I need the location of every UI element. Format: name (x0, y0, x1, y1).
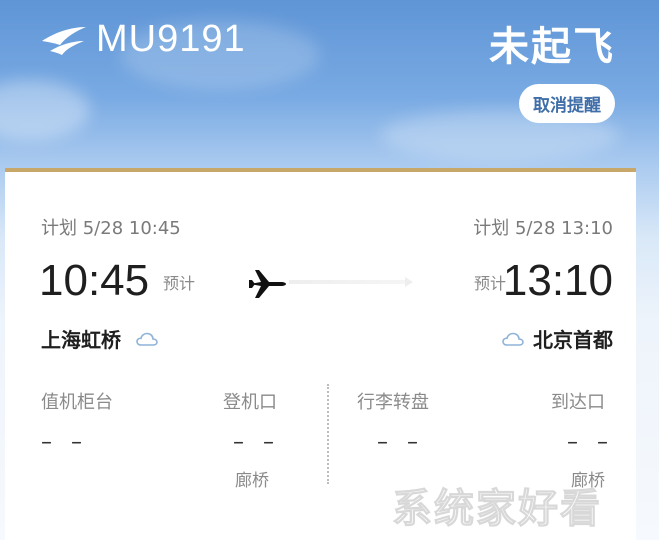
baggage-carousel-label: 行李转盘 (357, 392, 429, 413)
boarding-gate-value: – – (233, 430, 280, 455)
flight-header: MU9191 未起飞 取消提醒 (0, 0, 659, 165)
arrival-exit-value: – – (567, 430, 614, 455)
baggage-carousel-value: – – (377, 430, 424, 455)
boarding-gate-type: 廊桥 (235, 471, 269, 491)
arrival-estimate-label: 预计 (473, 274, 506, 293)
cancel-reminder-button[interactable]: 取消提醒 (519, 84, 615, 123)
departure-estimate-label: 预计 (163, 274, 196, 293)
boarding-gate-label: 登机口 (223, 392, 277, 413)
airline-logo-icon (42, 26, 86, 55)
arrival-airport[interactable]: 北京首都 (501, 324, 613, 353)
arrival-scheduled: 计划 5/28 13:10 (473, 218, 613, 239)
departure-airport[interactable]: 上海虹桥 (41, 324, 159, 353)
departure-scheduled: 计划 5/28 10:45 (41, 218, 181, 239)
section-divider (327, 384, 329, 484)
airplane-icon (249, 270, 286, 298)
arrival-time: 13:10 (502, 256, 613, 305)
checkin-counter-value: – – (41, 430, 88, 455)
arrival-exit-label: 到达口 (551, 392, 605, 413)
flight-status: 未起飞 (489, 24, 615, 70)
arrival-airport-name: 北京首都 (533, 328, 613, 352)
departure-airport-name: 上海虹桥 (41, 328, 121, 352)
checkin-counter-label: 值机柜台 (41, 392, 113, 413)
flight-title: MU9191 (40, 18, 246, 61)
site-watermark: 系统家好看 (392, 486, 602, 533)
flight-progress-track (289, 277, 413, 287)
flight-number: MU9191 (96, 18, 246, 60)
cloud-icon (136, 332, 158, 346)
departure-time: 10:45 (39, 256, 150, 305)
cloud-icon (502, 332, 524, 346)
